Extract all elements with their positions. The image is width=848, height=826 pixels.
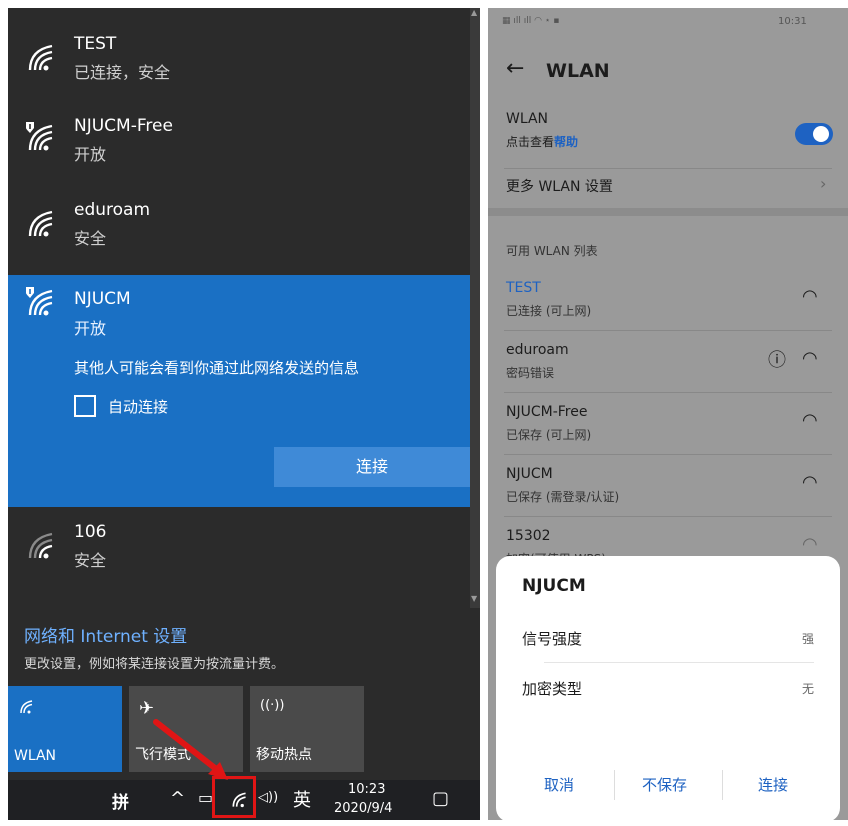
show-hidden-icons-chevron-icon[interactable]: ^ (170, 788, 185, 809)
network-item-njucm-free[interactable]: NJUCM-Free 开放 (8, 110, 470, 180)
network-name: eduroam (74, 200, 151, 220)
wifi-locked-icon: ◠ (802, 348, 818, 369)
divider (504, 454, 832, 455)
android-network-njucm-free[interactable]: NJUCM-Free 已保存 (可上网) ◠ (488, 398, 848, 456)
divider (504, 330, 832, 331)
wifi-secure-icon (28, 44, 53, 71)
help-prefix: 点击查看 (506, 135, 555, 149)
encryption-type-value: 无 (802, 682, 815, 696)
wifi-secure-icon (28, 210, 53, 237)
connect-button[interactable]: 连接 (758, 774, 788, 795)
wifi-warning-icon: ◠ (802, 472, 818, 493)
network-status: 已连接 (可上网) (506, 304, 592, 318)
network-item-eduroam[interactable]: eduroam 安全 (8, 194, 470, 264)
scroll-down-icon[interactable]: ▼ (471, 594, 477, 603)
page-title: WLAN (546, 60, 610, 82)
network-details-dialog: NJUCM 信号强度 强 加密类型 无 取消 不保存 连接 (496, 556, 840, 822)
scroll-up-icon[interactable]: ▲ (471, 8, 477, 17)
network-status: 已保存 (可上网) (506, 428, 592, 442)
quick-tile-label: 移动热点 (256, 747, 312, 763)
network-item-106[interactable]: 106 安全 (8, 516, 470, 586)
status-bar-time: 10:31 (778, 16, 807, 27)
button-divider (722, 770, 723, 800)
android-network-test[interactable]: TEST 已连接 (可上网) ◠ (488, 274, 848, 332)
open-network-warning: 其他人可能会看到你通过此网络发送的信息 (74, 359, 360, 377)
network-status: 已连接，安全 (74, 63, 171, 82)
scrollbar[interactable] (470, 8, 480, 608)
language-indicator[interactable]: 英 (293, 786, 311, 812)
encryption-type-label: 加密类型 (522, 680, 583, 698)
network-item-njucm-selected[interactable]: NJUCM 开放 其他人可能会看到你通过此网络发送的信息 自动连接 连接 (8, 275, 470, 507)
network-status: 开放 (74, 145, 107, 164)
battery-icon[interactable]: ▭ (198, 788, 213, 807)
network-name: NJUCM (506, 466, 553, 482)
button-divider (614, 770, 615, 800)
network-status: 开放 (74, 319, 107, 338)
divider (544, 662, 814, 663)
wifi-icon: ◠ (802, 410, 818, 431)
divider (504, 516, 832, 517)
windows-network-flyout: TEST 已连接，安全 NJUCM-Free 开放 eduroam 安全 NJU… (8, 8, 480, 820)
toggle-knob (813, 126, 829, 142)
network-name: TEST (506, 280, 541, 296)
status-bar-icons: ▦ ıll ıll ◠ ⋆ ▪ (502, 16, 560, 26)
network-name: NJUCM (74, 289, 131, 309)
divider (504, 392, 832, 393)
clock-time[interactable]: 10:23 (348, 782, 385, 797)
wifi-open-shield-icon (26, 287, 53, 316)
wifi-weak-secure-icon (28, 532, 53, 559)
ime-grid-icon[interactable]: 拼 (112, 788, 129, 813)
divider (504, 168, 832, 169)
network-name: NJUCM-Free (74, 116, 173, 136)
signal-strength-value: 强 (802, 632, 815, 646)
connect-button[interactable]: 连接 (274, 447, 470, 487)
wifi-locked-icon: ◠ (802, 534, 818, 555)
back-arrow-icon[interactable]: ← (506, 56, 524, 81)
network-name: 15302 (506, 528, 551, 544)
clock-date[interactable]: 2020/9/4 (334, 801, 392, 816)
signal-strength-label: 信号强度 (522, 630, 583, 648)
network-status: 安全 (74, 551, 107, 570)
wlan-label: WLAN (506, 111, 549, 127)
hotspot-icon: ((·)) (260, 698, 285, 713)
wifi-locked-icon: ◠ (802, 286, 818, 307)
annotation-highlight-box (212, 776, 256, 818)
section-gap (488, 208, 848, 216)
info-icon[interactable]: ⓘ (768, 346, 786, 372)
network-name: 106 (74, 522, 107, 542)
network-name: NJUCM-Free (506, 404, 588, 420)
quick-tile-wlan[interactable]: WLAN (8, 686, 122, 772)
chevron-right-icon[interactable]: › (820, 174, 826, 193)
android-network-eduroam[interactable]: eduroam 密码错误 ⓘ ◠ (488, 336, 848, 394)
cancel-button[interactable]: 取消 (544, 774, 574, 795)
forget-button[interactable]: 不保存 (642, 774, 687, 795)
network-item-test[interactable]: TEST 已连接，安全 (8, 28, 470, 98)
network-settings-description: 更改设置，例如将某连接设置为按流量计费。 (24, 657, 285, 672)
auto-connect-label: 自动连接 (108, 398, 169, 416)
network-status: 安全 (74, 229, 107, 248)
wifi-open-shield-icon (26, 122, 53, 151)
dialog-title: NJUCM (522, 576, 586, 596)
more-wlan-settings[interactable]: 更多 WLAN 设置 (506, 176, 613, 196)
network-status: 已保存 (需登录/认证) (506, 490, 620, 504)
network-name: eduroam (506, 342, 569, 358)
wifi-icon (20, 700, 33, 714)
quick-tile-label: WLAN (14, 748, 57, 764)
network-status: 密码错误 (506, 366, 555, 380)
auto-connect-checkbox[interactable] (74, 395, 96, 417)
action-center-icon[interactable]: ▢ (432, 788, 449, 809)
available-list-header: 可用 WLAN 列表 (506, 244, 598, 258)
quick-tile-hotspot[interactable]: ((·)) 移动热点 (250, 686, 364, 772)
network-name: TEST (74, 34, 117, 54)
help-link[interactable]: 帮助 (554, 133, 578, 150)
volume-icon[interactable]: ◁)) (258, 790, 278, 805)
android-network-njucm[interactable]: NJUCM 已保存 (需登录/认证) ◠ (488, 460, 848, 518)
network-settings-link[interactable]: 网络和 Internet 设置 (24, 622, 187, 647)
